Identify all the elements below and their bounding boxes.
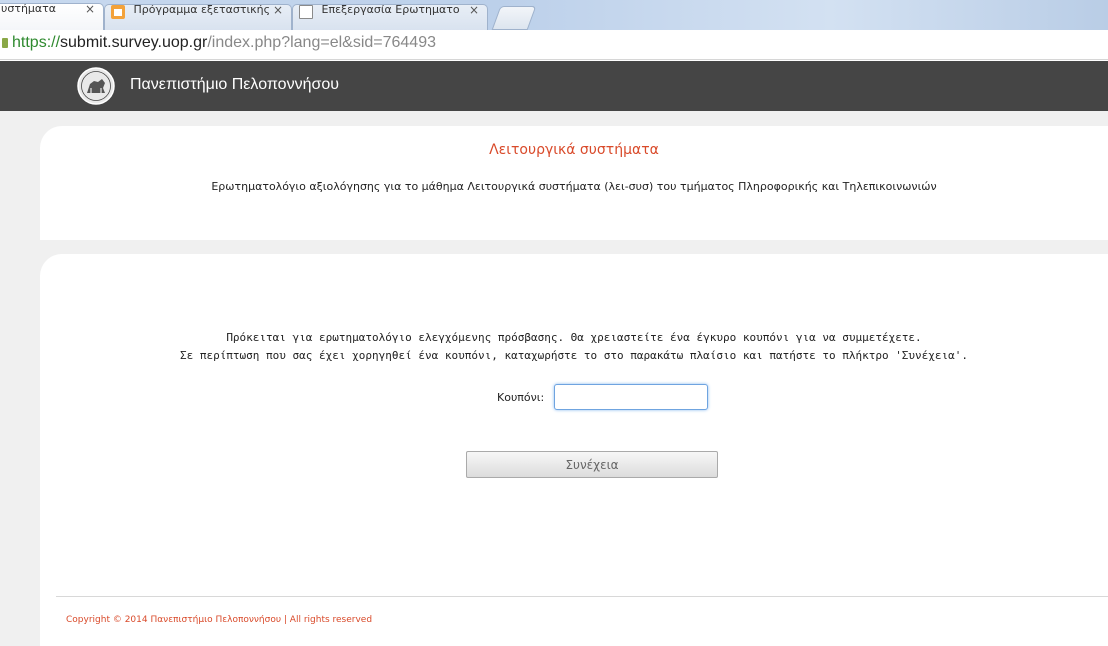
coupon-row: Κουπόνι: (40, 383, 1108, 413)
lock-icon (2, 38, 8, 48)
tab-title: Πρόγραμμα εξεταστικής (133, 4, 271, 16)
site-header: Πανεπιστήμιο Πελοποννήσου (0, 61, 1108, 111)
url-host: submit.survey.uop.gr (60, 34, 208, 51)
footer-divider (56, 596, 1108, 597)
page-content: Λειτουργικά συστήματα Ερωτηματολόγιο αξι… (0, 111, 1108, 646)
url-text[interactable]: https://submit.survey.uop.gr/index.php?l… (12, 34, 436, 52)
continue-button[interactable]: Συνέχεια (466, 451, 718, 478)
coupon-input[interactable] (554, 384, 708, 410)
page-icon (299, 5, 313, 19)
close-icon[interactable]: × (273, 5, 283, 16)
copyright-footer: Copyright © 2014 Πανεπιστήμιο Πελοποννήσ… (66, 615, 373, 625)
tab-edit-questionnaire[interactable]: Επεξεργασία Ερωτηματο × (292, 4, 488, 30)
home-icon (111, 5, 125, 19)
notice-line-1: Πρόκειται για ερωτηματολόγιο ελεγχόμενης… (226, 331, 922, 344)
url-path: /index.php?lang=el&sid=764493 (207, 34, 436, 51)
survey-title: Λειτουργικά συστήματα (489, 142, 659, 158)
url-scheme: https:// (12, 34, 61, 51)
access-panel: Πρόκειται για ερωτηματολόγιο ελεγχόμενης… (40, 254, 1108, 646)
close-icon[interactable]: × (85, 4, 95, 15)
notice-line-2: Σε περίπτωση που σας έχει χορηγηθεί ένα … (179, 349, 969, 362)
university-logo[interactable] (76, 66, 116, 106)
survey-header-panel: Λειτουργικά συστήματα Ερωτηματολόγιο αξι… (40, 126, 1108, 240)
close-icon[interactable]: × (469, 5, 479, 16)
tab-title: υστήματα (1, 3, 57, 15)
coupon-label: Κουπόνι: (497, 391, 545, 404)
tab-exam-schedule[interactable]: Πρόγραμμα εξεταστικής × (104, 4, 292, 30)
access-notice: Πρόκειται για ερωτηματολόγιο ελεγχόμενης… (40, 329, 1108, 365)
tab-title: Επεξεργασία Ερωτηματο (321, 4, 460, 16)
survey-description: Ερωτηματολόγιο αξιολόγησης για το μάθημα… (211, 180, 937, 193)
address-bar[interactable]: https://submit.survey.uop.gr/index.php?l… (0, 30, 1108, 60)
site-title[interactable]: Πανεπιστήμιο Πελοποννήσου (130, 76, 339, 94)
new-tab-button[interactable] (491, 6, 537, 30)
browser-tab-strip: υστήματα × Πρόγραμμα εξεταστικής × Επεξε… (0, 0, 1108, 30)
tab-active-survey[interactable]: υστήματα × (0, 3, 104, 30)
